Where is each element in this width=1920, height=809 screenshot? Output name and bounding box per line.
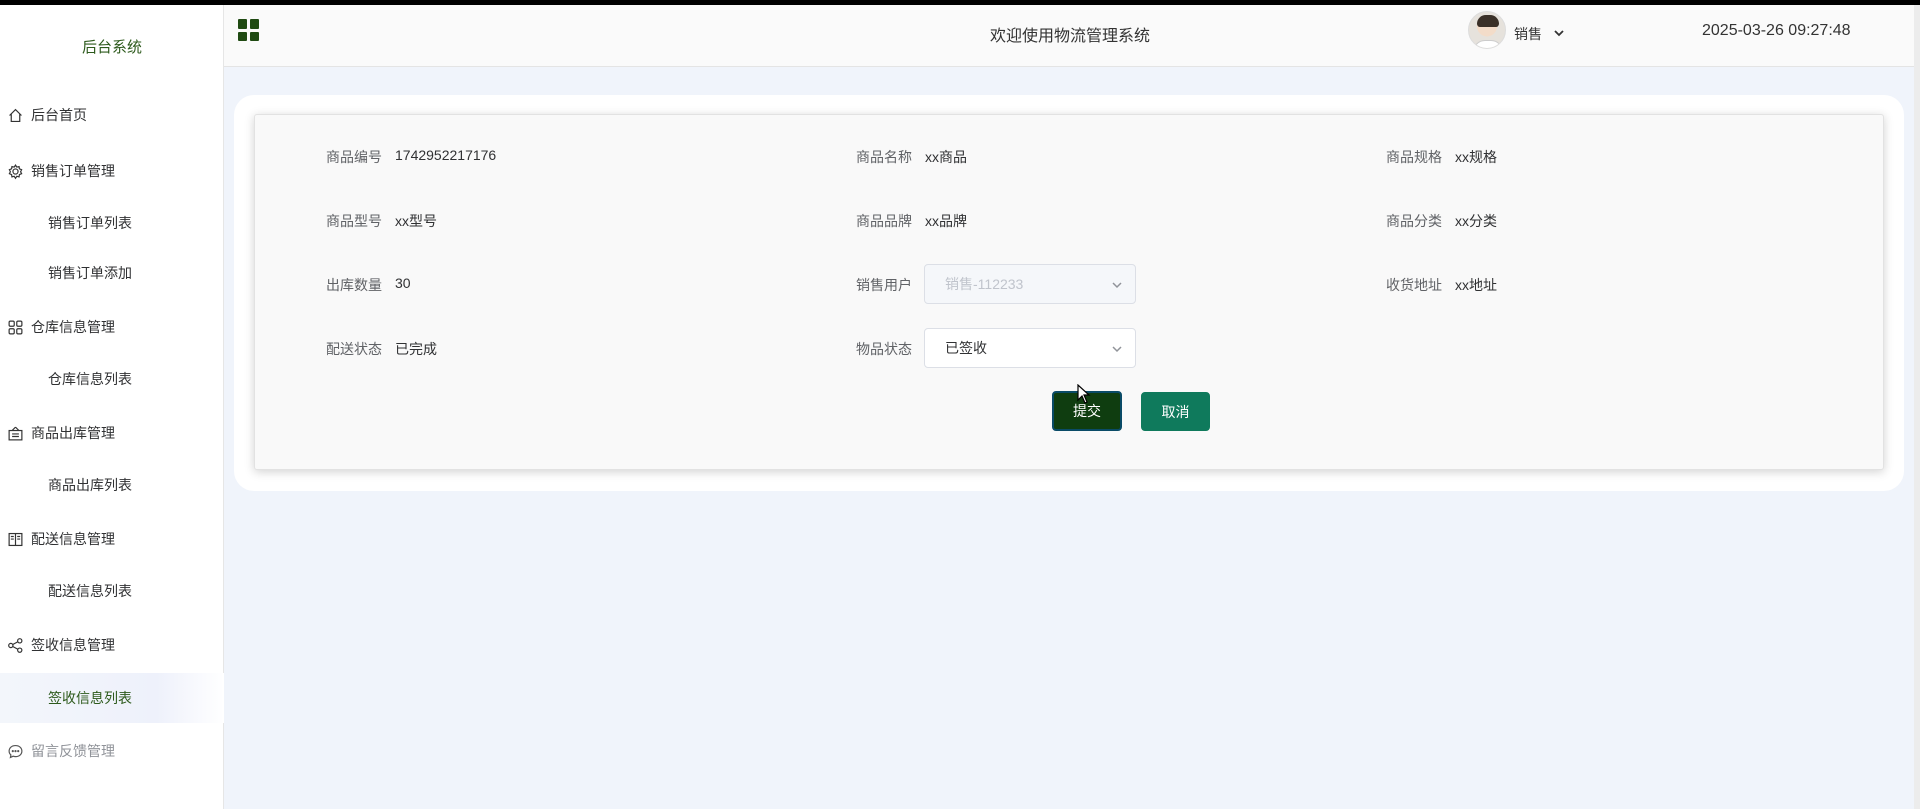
field-value-product-name: xx商品: [925, 149, 967, 165]
sidebar-item-warehouse-list[interactable]: 仓库信息列表: [0, 354, 224, 404]
field-label-outbound-qty: 出库数量: [326, 277, 382, 293]
item-status-select-value: 已签收: [945, 340, 987, 356]
sidebar-item-label: 商品出库列表: [48, 477, 132, 493]
home-icon: [5, 105, 25, 125]
sidebar-item-sales-order-add[interactable]: 销售订单添加: [0, 248, 224, 298]
mouse-cursor-icon: [1077, 383, 1091, 404]
field-label-product-name: 商品名称: [856, 149, 912, 165]
field-label-address: 收货地址: [1386, 277, 1442, 293]
page-title: 欢迎使用物流管理系统: [989, 28, 1150, 45]
sidebar-item-label: 仓库信息管理: [31, 319, 115, 335]
field-value-delivery-status: 已完成: [395, 341, 437, 357]
sidebar-item-label: 配送信息列表: [48, 583, 132, 599]
sidebar-item-label: 签收信息列表: [48, 690, 132, 706]
brand-title: 后台系统: [81, 39, 142, 56]
sidebar-item-delivery-list[interactable]: 配送信息列表: [0, 566, 224, 616]
field-value-outbound-qty: 30: [395, 275, 411, 291]
sidebar-item-label: 签收信息管理: [31, 637, 115, 653]
sidebar-item-warehouse[interactable]: 仓库信息管理: [0, 307, 224, 347]
field-value-product-code: 1742952217176: [395, 147, 497, 163]
sales-user-select-value: 销售-112233: [945, 276, 1024, 292]
field-value-product-spec: xx规格: [1455, 149, 1497, 165]
field-value-product-category: xx分类: [1455, 213, 1497, 229]
field-label-product-model: 商品型号: [326, 213, 382, 229]
share-icon: [5, 635, 25, 655]
avatar[interactable]: [1468, 11, 1506, 49]
sidebar-item-outbound[interactable]: 商品出库管理: [0, 413, 224, 453]
field-label-delivery-status: 配送状态: [326, 341, 382, 357]
sidebar-item-outbound-list[interactable]: 商品出库列表: [0, 460, 224, 510]
sidebar-item-label: 销售订单添加: [48, 265, 132, 281]
field-label-product-code: 商品编号: [326, 149, 382, 165]
book-icon: [5, 529, 25, 549]
field-label-sales-user: 销售用户: [856, 277, 912, 293]
field-value-product-brand: xx品牌: [925, 213, 967, 229]
sidebar-item-delivery[interactable]: 配送信息管理: [0, 519, 224, 559]
item-status-select[interactable]: 已签收: [924, 328, 1136, 368]
gear-icon: [5, 161, 25, 181]
sidebar-item-receipt[interactable]: 签收信息管理: [0, 625, 224, 665]
sidebar-item-sales-order-list[interactable]: 销售订单列表: [0, 198, 224, 248]
sidebar-item-sales-orders[interactable]: 销售订单管理: [0, 151, 224, 191]
field-label-product-brand: 商品品牌: [856, 213, 912, 229]
sidebar-item-home[interactable]: 后台首页: [0, 95, 224, 135]
chevron-down-icon: [1111, 342, 1123, 354]
sidebar: 后台系统 后台首页 销售订单管理 销售订单列表 销售订单添加 仓库信息管理 仓库…: [0, 5, 224, 809]
cancel-button[interactable]: 取消: [1141, 392, 1210, 431]
user-menu-label[interactable]: 销售: [1514, 24, 1542, 44]
sidebar-item-label: 仓库信息列表: [48, 371, 132, 387]
field-value-address: xx地址: [1455, 277, 1497, 293]
field-label-product-spec: 商品规格: [1386, 149, 1442, 165]
sidebar-item-label: 后台首页: [31, 107, 87, 123]
chat-icon: [5, 741, 25, 761]
sidebar-item-feedback[interactable]: 留言反馈管理: [0, 731, 224, 771]
grid-icon: [5, 317, 25, 337]
field-value-product-model: xx型号: [395, 213, 437, 229]
chevron-down-icon: [1111, 278, 1123, 290]
sidebar-item-label: 留言反馈管理: [31, 743, 115, 759]
current-datetime: 2025-03-26 09:27:48: [1702, 22, 1851, 39]
sidebar-item-label: 商品出库管理: [31, 425, 115, 441]
field-label-product-category: 商品分类: [1386, 213, 1442, 229]
top-header: 欢迎使用物流管理系统 销售 2025-03-26 09:27:48: [224, 5, 1914, 67]
sidebar-item-label: 配送信息管理: [31, 531, 115, 547]
chevron-down-icon[interactable]: [1553, 26, 1565, 38]
sidebar-item-receipt-list[interactable]: 签收信息列表: [0, 673, 224, 723]
sales-user-select: 销售-112233: [924, 264, 1136, 304]
sidebar-item-label: 销售订单列表: [48, 215, 132, 231]
box-icon: [5, 423, 25, 443]
page-scrollbar[interactable]: [1914, 5, 1920, 809]
sidebar-item-label: 销售订单管理: [31, 163, 115, 179]
field-label-item-status: 物品状态: [856, 341, 912, 357]
